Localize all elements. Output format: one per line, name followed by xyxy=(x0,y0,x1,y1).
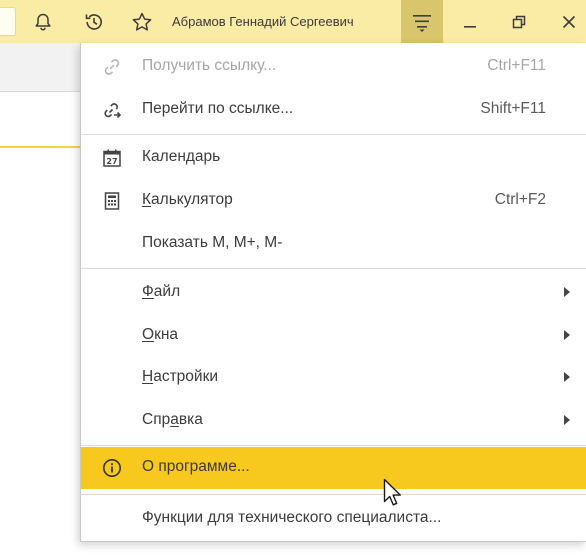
menu-separator xyxy=(81,445,586,446)
mouse-cursor-icon xyxy=(383,478,405,513)
notifications-button[interactable] xyxy=(30,0,56,43)
calculator-icon xyxy=(101,190,123,212)
restore-icon xyxy=(511,14,527,30)
submenu-arrow-icon xyxy=(564,372,570,382)
menu-item-settings[interactable]: Настройки xyxy=(81,356,586,399)
main-menu-dropdown: Получить ссылку... Ctrl+F11 Перейти по с… xyxy=(80,43,586,542)
menu-item-show-memory[interactable]: Показать M, M+, M- xyxy=(81,222,586,265)
menu-item-tech-functions[interactable]: Функции для технического специалиста... xyxy=(81,497,586,540)
calendar-icon: 27 xyxy=(101,147,123,169)
link-icon xyxy=(101,56,123,78)
menu-item-get-link: Получить ссылку... Ctrl+F11 xyxy=(81,45,586,88)
menu-item-help[interactable]: Справка xyxy=(81,399,586,442)
menu-lines-icon xyxy=(411,12,433,32)
menu-item-label: Календарь xyxy=(142,148,221,165)
menu-item-label: Файл xyxy=(142,283,181,300)
close-icon xyxy=(561,14,577,30)
menu-separator xyxy=(81,268,586,269)
menu-item-label: Перейти по ссылке... xyxy=(142,100,294,117)
history-icon xyxy=(83,11,105,33)
menu-item-shortcut: Shift+F11 xyxy=(480,100,546,117)
menu-item-label: О программе... xyxy=(142,458,250,475)
menu-item-file[interactable]: Файл xyxy=(81,271,586,314)
submenu-arrow-icon xyxy=(564,287,570,297)
star-icon xyxy=(131,11,153,33)
favorites-button[interactable] xyxy=(129,0,155,43)
menu-item-calculator[interactable]: Калькулятор Ctrl+F2 xyxy=(81,179,586,222)
history-button[interactable] xyxy=(80,0,108,43)
menu-item-label: Калькулятор xyxy=(142,191,233,208)
menu-item-label: Получить ссылку... xyxy=(142,57,277,74)
menu-item-calendar[interactable]: 27 Календарь xyxy=(81,136,586,179)
restore-button[interactable] xyxy=(507,0,531,43)
menu-item-label: Окна xyxy=(142,326,179,343)
menu-item-windows[interactable]: Окна xyxy=(81,314,586,357)
menu-separator xyxy=(81,494,586,495)
menu-separator xyxy=(81,134,586,135)
menu-item-about[interactable]: О программе... xyxy=(81,447,586,489)
minimize-button[interactable] xyxy=(458,0,482,43)
info-icon xyxy=(101,457,123,479)
menu-item-label: Показать M, M+, M- xyxy=(142,234,283,251)
menu-item-label: Настройки xyxy=(142,368,219,385)
menu-item-shortcut: Ctrl+F11 xyxy=(487,57,546,74)
svg-text:27: 27 xyxy=(106,157,117,166)
bell-icon xyxy=(33,12,53,32)
link-go-icon xyxy=(101,99,123,121)
menu-item-go-to-link[interactable]: Перейти по ссылке... Shift+F11 xyxy=(81,88,586,131)
submenu-arrow-icon xyxy=(564,330,570,340)
main-menu-button[interactable] xyxy=(401,0,443,43)
title-bar: Абрамов Геннадий Сергеевич xyxy=(0,0,586,43)
menu-item-label: Справка xyxy=(142,411,203,428)
minimize-icon xyxy=(462,14,478,30)
user-name[interactable]: Абрамов Геннадий Сергеевич xyxy=(172,0,354,43)
menu-item-shortcut: Ctrl+F2 xyxy=(494,191,546,208)
submenu-arrow-icon xyxy=(564,415,570,425)
close-button[interactable] xyxy=(556,0,582,43)
search-field-edge[interactable] xyxy=(0,7,16,36)
